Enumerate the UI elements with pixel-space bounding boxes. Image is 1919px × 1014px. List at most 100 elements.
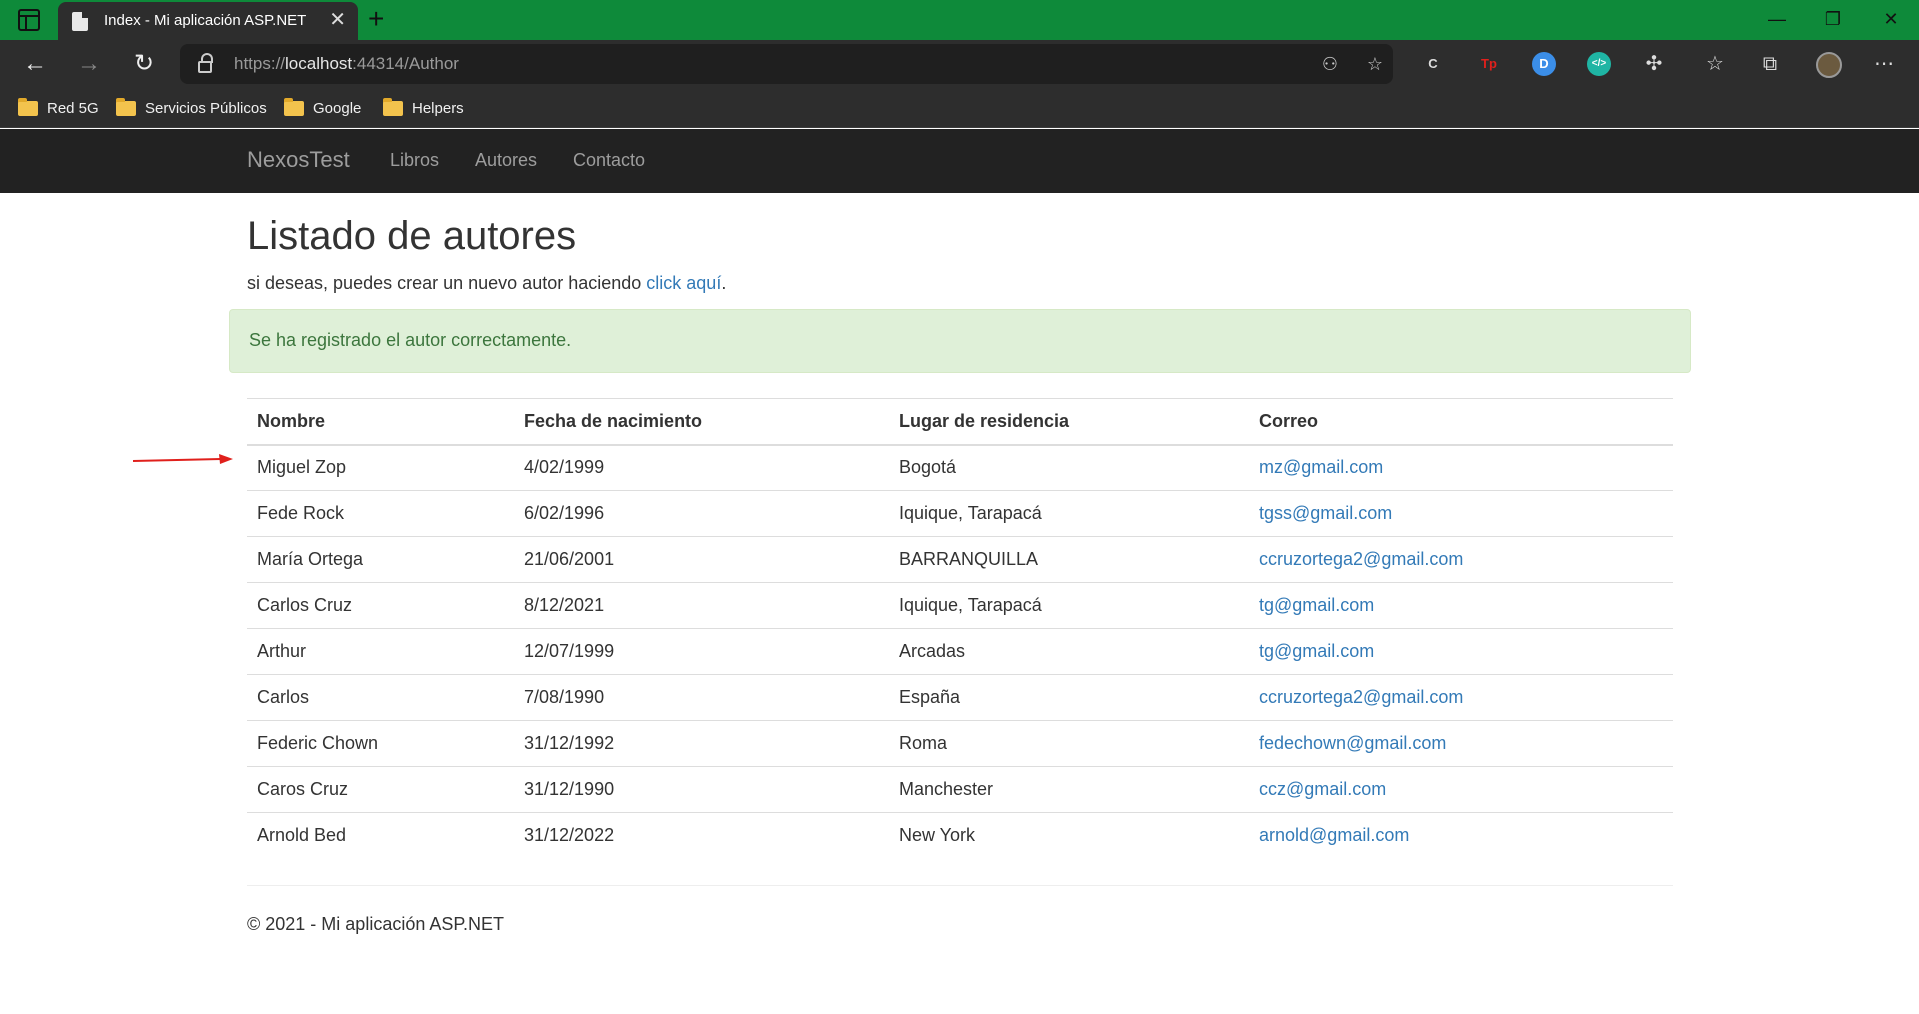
intro-text: si deseas, puedes crear un nuevo autor h… (247, 273, 726, 294)
restore-button[interactable]: ❐ (1818, 4, 1848, 34)
cell-lugar: Roma (889, 720, 1249, 767)
cell-nombre: Carlos Cruz (247, 582, 514, 629)
url-path: :44314/Author (352, 54, 459, 73)
folder-icon (284, 97, 304, 116)
table-row: Arthur 12/07/1999 Arcadas tg@gmail.com (247, 628, 1673, 675)
cell-correo-link[interactable]: fedechown@gmail.com (1249, 720, 1673, 767)
cell-correo-link[interactable]: tg@gmail.com (1249, 582, 1673, 629)
table-row: Fede Rock 6/02/1996 Iquique, Tarapacá tg… (247, 490, 1673, 537)
table-row: Miguel Zop 4/02/1999 Bogotá mz@gmail.com (247, 444, 1673, 491)
cell-correo-link[interactable]: arnold@gmail.com (1249, 812, 1673, 859)
nav-link-autores[interactable]: Autores (475, 150, 537, 171)
bookmark-folder[interactable]: Google (284, 97, 362, 118)
url-scheme: https:// (234, 54, 286, 73)
tab-actions-icon[interactable] (18, 9, 40, 31)
refresh-button[interactable]: ↻ (129, 49, 159, 79)
close-tab-icon[interactable]: ✕ (329, 8, 346, 32)
site-brand-link[interactable]: NexosTest (247, 147, 350, 173)
cell-lugar: España (889, 674, 1249, 721)
forward-button[interactable]: → (74, 49, 104, 79)
page-title: Listado de autores (247, 214, 577, 258)
cell-fecha: 4/02/1999 (514, 444, 889, 491)
url-text[interactable]: https://localhost:44314/Author (234, 54, 459, 74)
bookmarks-bar: Red 5G Servicios Públicos Google Helpers (0, 88, 1919, 128)
cell-fecha: 7/08/1990 (514, 674, 889, 721)
column-header-nombre: Nombre (247, 398, 514, 446)
extension-d-icon[interactable]: D (1532, 52, 1556, 76)
success-alert: Se ha registrado el autor correctamente. (229, 309, 1691, 373)
cell-nombre: Federic Chown (247, 720, 514, 767)
intro-period: . (721, 273, 727, 293)
table-row: Caros Cruz 31/12/1990 Manchester ccz@gma… (247, 766, 1673, 813)
extension-c-icon[interactable]: C (1421, 52, 1445, 76)
cell-correo-link[interactable]: tgss@gmail.com (1249, 490, 1673, 537)
footer-copyright: © 2021 - Mi aplicación ASP.NET (247, 914, 505, 934)
collections-icon[interactable]: ⧉ (1758, 52, 1782, 76)
cell-fecha: 21/06/2001 (514, 536, 889, 583)
cell-correo-link[interactable]: ccruzortega2@gmail.com (1249, 536, 1673, 583)
cell-lugar: Arcadas (889, 628, 1249, 675)
bookmark-label: Red 5G (47, 99, 99, 117)
minimize-button[interactable]: — (1762, 4, 1792, 34)
table-header-row: Nombre Fecha de nacimiento Lugar de resi… (247, 398, 1673, 446)
profile-avatar[interactable] (1816, 52, 1842, 78)
table-row: Federic Chown 31/12/1992 Roma fedechown@… (247, 720, 1673, 767)
footer-divider (247, 885, 1673, 886)
table-row: Arnold Bed 31/12/2022 New York arnold@gm… (247, 812, 1673, 859)
table-row: María Ortega 21/06/2001 BARRANQUILLA ccr… (247, 536, 1673, 583)
favorites-icon[interactable]: ☆ (1703, 52, 1727, 76)
extension-tp-icon[interactable]: Tp (1477, 52, 1501, 76)
browser-toolbar: ← → ↻ https://localhost:44314/Author ⚇ ☆… (0, 40, 1919, 88)
more-menu-icon[interactable]: ⋯ (1872, 52, 1896, 76)
bookmark-folder[interactable]: Servicios Públicos (116, 97, 267, 118)
close-window-button[interactable]: ✕ (1876, 4, 1906, 34)
cell-fecha: 12/07/1999 (514, 628, 889, 675)
cell-nombre: Fede Rock (247, 490, 514, 537)
intro-sentence: si deseas, puedes crear un nuevo autor h… (247, 273, 647, 293)
back-button[interactable]: ← (20, 49, 50, 79)
table-row: Carlos 7/08/1990 España ccruzortega2@gma… (247, 674, 1673, 721)
cell-correo-link[interactable]: tg@gmail.com (1249, 628, 1673, 675)
browser-tab-strip: Index - Mi aplicación ASP.NET ✕ + — ❐ ✕ (0, 0, 1919, 40)
bookmark-label: Helpers (412, 99, 464, 117)
folder-icon (116, 97, 136, 116)
cell-lugar: New York (889, 812, 1249, 859)
add-favorite-icon[interactable]: ☆ (1363, 52, 1387, 76)
nav-link-libros[interactable]: Libros (390, 150, 439, 171)
tracking-prevention-icon[interactable]: ⚇ (1318, 52, 1342, 76)
bookmark-folder[interactable]: Helpers (383, 97, 464, 118)
url-host: localhost (285, 54, 353, 73)
tab-title: Index - Mi aplicación ASP.NET (104, 12, 307, 29)
cell-correo-link[interactable]: ccz@gmail.com (1249, 766, 1673, 813)
bookmark-label: Servicios Públicos (145, 99, 267, 117)
lock-icon[interactable] (198, 53, 213, 73)
cell-lugar: Bogotá (889, 444, 1249, 491)
cell-fecha: 8/12/2021 (514, 582, 889, 629)
bookmark-label: Google (313, 99, 362, 117)
create-author-link[interactable]: click aquí (646, 273, 721, 293)
page-favicon-icon (72, 12, 88, 31)
new-tab-button[interactable]: + (368, 4, 384, 34)
cell-lugar: Manchester (889, 766, 1249, 813)
cell-correo-link[interactable]: ccruzortega2@gmail.com (1249, 674, 1673, 721)
extension-code-icon[interactable]: </> (1587, 52, 1611, 76)
bookmark-folder[interactable]: Red 5G (18, 97, 99, 118)
cell-nombre: Arthur (247, 628, 514, 675)
browser-tab-active[interactable]: Index - Mi aplicación ASP.NET ✕ (58, 2, 358, 40)
folder-icon (383, 97, 403, 116)
folder-icon (18, 97, 38, 116)
cell-fecha: 31/12/1992 (514, 720, 889, 767)
cell-nombre: María Ortega (247, 536, 514, 583)
nav-link-contacto[interactable]: Contacto (573, 150, 645, 171)
site-navbar: NexosTest Libros Autores Contacto (0, 129, 1919, 193)
cell-lugar: Iquique, Tarapacá (889, 490, 1249, 537)
table-row: Carlos Cruz 8/12/2021 Iquique, Tarapacá … (247, 582, 1673, 629)
cell-fecha: 6/02/1996 (514, 490, 889, 537)
column-header-lugar: Lugar de residencia (889, 398, 1249, 446)
cell-fecha: 31/12/1990 (514, 766, 889, 813)
cell-correo-link[interactable]: mz@gmail.com (1249, 444, 1673, 491)
address-bar[interactable]: https://localhost:44314/Author ⚇ ☆ (180, 44, 1393, 84)
extensions-puzzle-icon[interactable]: ✣ (1642, 52, 1666, 76)
authors-table: Nombre Fecha de nacimiento Lugar de resi… (247, 398, 1673, 859)
cell-nombre: Caros Cruz (247, 766, 514, 813)
